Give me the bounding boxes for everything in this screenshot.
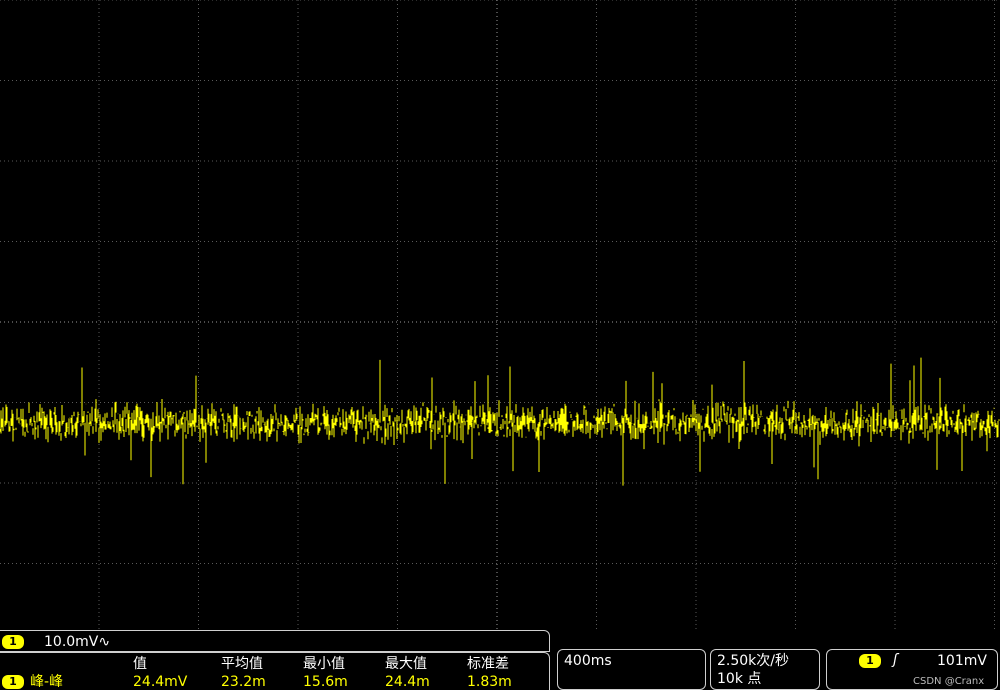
header-stddev: 标准差 — [467, 656, 509, 672]
waveform-display — [0, 0, 1000, 630]
watermark: CSDN @Cranx — [913, 676, 985, 687]
display-background — [0, 0, 1000, 630]
channel-1-badge[interactable]: 1 — [2, 635, 24, 649]
measurement-name: 峰-峰 — [30, 674, 64, 690]
header-value: 值 — [133, 656, 147, 672]
channel-scale-value: 10.0mV — [44, 634, 99, 650]
status-bar: 1 10.0mV∿ 1 峰-峰 值 平均值 最小值 最大值 标准差 24.4mV… — [0, 630, 1000, 690]
value-max: 24.4m — [385, 674, 430, 690]
timebase-value: 400ms — [564, 653, 612, 669]
header-min: 最小值 — [303, 656, 345, 672]
trigger-panel[interactable]: 1 ʃ 101mV CSDN @Cranx — [826, 649, 998, 690]
value-current: 24.4mV — [133, 674, 188, 690]
record-length: 10k 点 — [717, 671, 762, 687]
channel-scale-panel[interactable]: 1 10.0mV∿ — [0, 630, 550, 652]
acquisition-panel[interactable]: 2.50k次/秒 10k 点 — [710, 649, 820, 690]
value-min: 15.6m — [303, 674, 348, 690]
value-stddev: 1.83m — [467, 674, 512, 690]
measurement-panel[interactable]: 1 峰-峰 值 平均值 最小值 最大值 标准差 24.4mV 23.2m 15.… — [0, 652, 550, 690]
trigger-source-badge: 1 — [859, 654, 881, 668]
header-max: 最大值 — [385, 656, 427, 672]
timebase-panel[interactable]: 400ms — [557, 649, 706, 690]
header-mean: 平均值 — [221, 656, 263, 672]
channel-scale-label: 10.0mV∿ — [44, 634, 110, 650]
rising-edge-icon: ʃ — [893, 652, 898, 668]
trigger-level: 101mV — [937, 653, 987, 669]
ac-coupling-icon: ∿ — [98, 634, 111, 650]
value-mean: 23.2m — [221, 674, 266, 690]
measurement-channel-badge: 1 — [2, 675, 24, 689]
sample-rate: 2.50k次/秒 — [717, 653, 789, 669]
